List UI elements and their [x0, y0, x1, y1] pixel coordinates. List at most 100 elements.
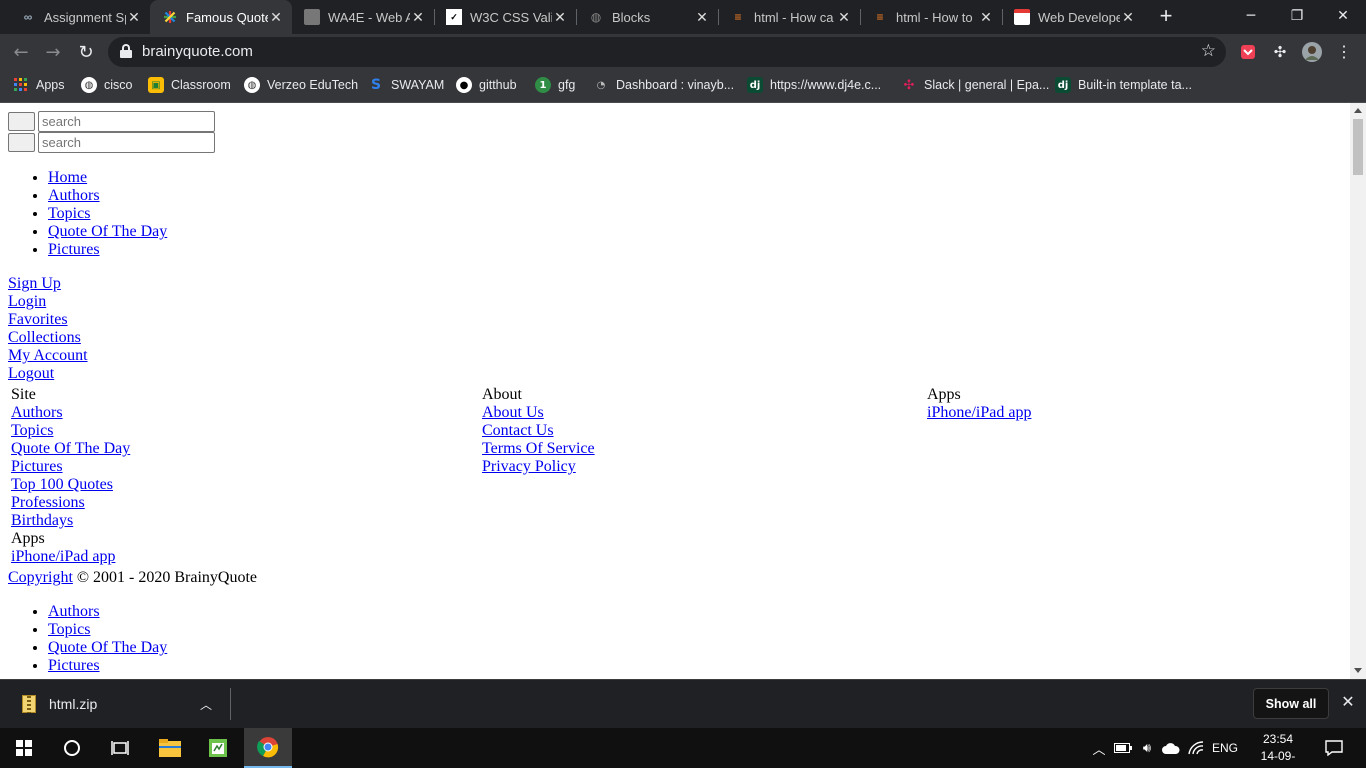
footer-link-professions[interactable]: Professions [11, 494, 85, 511]
copyright-link[interactable]: Copyright [8, 569, 73, 586]
notification-icon[interactable] [1320, 728, 1348, 768]
url-text[interactable]: brainyquote.com [142, 43, 253, 60]
bookmark-dashboard[interactable]: ◔ Dashboard : vinayb... [593, 70, 735, 100]
volume-icon[interactable]: 🔊︎ [1137, 728, 1157, 768]
search-input[interactable] [38, 132, 215, 153]
contact-us-link[interactable]: Contact Us [482, 422, 554, 439]
download-item[interactable]: html.zip ︿ [0, 680, 230, 728]
back-arrow-icon[interactable]: ← [10, 41, 32, 63]
tab-assignment[interactable]: ∞ Assignment Sp ✕ [8, 0, 150, 34]
file-explorer-icon[interactable] [146, 728, 194, 768]
favorites-link[interactable]: Favorites [8, 311, 68, 328]
show-all-button[interactable]: Show all [1253, 688, 1329, 719]
nav-item: Pictures [48, 241, 167, 259]
close-tab-icon[interactable]: ✕ [1120, 9, 1136, 26]
search-circle-icon[interactable] [48, 728, 96, 768]
my-account-link[interactable]: My Account [8, 347, 88, 364]
close-shelf-icon[interactable]: ✕ [1338, 692, 1358, 716]
tab-wa4e[interactable]: WA4E - Web A ✕ [292, 0, 434, 34]
restore-button[interactable]: ❐ [1274, 0, 1320, 32]
system-clock[interactable]: 23:54 14-09-2020 [1248, 731, 1308, 782]
show-hidden-icons-chevron-icon[interactable]: ︿ [1090, 728, 1108, 768]
bookmark-verzeo[interactable]: ◍ Verzeo EduTech [244, 70, 358, 100]
bookmark-gfg[interactable]: 1 gfg [535, 70, 575, 100]
bookmark-slack[interactable]: ✣ Slack | general | Epa... [901, 70, 1050, 100]
bookmark-built-in-template[interactable]: dj Built-in template ta... [1055, 70, 1192, 100]
scrollbar-thumb[interactable] [1353, 119, 1363, 175]
battery-icon[interactable] [1113, 728, 1133, 768]
new-tab-button[interactable]: + [1154, 5, 1178, 29]
notepad-icon[interactable] [194, 728, 242, 768]
bookmark-dj4e[interactable]: dj https://www.dj4e.c... [747, 70, 881, 100]
windows-start-icon[interactable] [0, 728, 48, 768]
footer-link-top-100[interactable]: Top 100 Quotes [11, 476, 113, 493]
task-view-icon[interactable] [96, 728, 144, 768]
nav-item: Pictures [48, 657, 167, 675]
sign-up-link[interactable]: Sign Up [8, 275, 61, 292]
address-bar[interactable]: brainyquote.com ☆ [108, 37, 1226, 67]
scroll-up-arrow-icon[interactable] [1354, 108, 1362, 113]
search-input[interactable] [38, 111, 215, 132]
tab-html-how-can[interactable]: ≡ html - How ca ✕ [718, 0, 860, 34]
close-tab-icon[interactable]: ✕ [126, 9, 142, 26]
search-button[interactable] [8, 133, 35, 152]
search-button[interactable] [8, 112, 35, 131]
footer-apps-iphone-link[interactable]: iPhone/iPad app [927, 404, 1031, 421]
about-us-link[interactable]: About Us [482, 404, 544, 421]
collections-link[interactable]: Collections [8, 329, 81, 346]
footer-link-iphone-app[interactable]: iPhone/iPad app [11, 548, 115, 565]
extensions-puzzle-icon[interactable]: ✣ [1270, 42, 1290, 62]
close-tab-icon[interactable]: ✕ [978, 9, 994, 26]
close-tab-icon[interactable]: ✕ [836, 9, 852, 26]
nav-link-topics[interactable]: Topics [48, 205, 90, 222]
bookmark-swayam[interactable]: S SWAYAM [368, 70, 444, 100]
scroll-down-arrow-icon[interactable] [1354, 668, 1362, 673]
pocket-extension-icon[interactable] [1238, 42, 1258, 62]
tab-blocks[interactable]: ◍ Blocks ✕ [576, 0, 718, 34]
wifi-icon[interactable] [1185, 728, 1207, 768]
onedrive-cloud-icon[interactable] [1160, 728, 1182, 768]
footer-link-topics[interactable]: Topics [11, 422, 53, 439]
tab-html-how-to[interactable]: ≡ html - How to ✕ [860, 0, 1002, 34]
footer-link-authors[interactable]: Authors [11, 404, 63, 421]
nav-link-quote-of-the-day[interactable]: Quote Of The Day [48, 223, 167, 240]
profile-avatar[interactable] [1302, 42, 1322, 62]
logout-link[interactable]: Logout [8, 365, 54, 382]
close-tab-icon[interactable]: ✕ [268, 9, 284, 26]
page-scrollbar[interactable] [1350, 103, 1366, 679]
more-menu-icon[interactable]: ⋮ [1334, 42, 1354, 62]
close-window-button[interactable]: ✕ [1320, 0, 1366, 32]
close-tab-icon[interactable]: ✕ [694, 9, 710, 26]
minimize-button[interactable]: ─ [1228, 0, 1274, 32]
forward-arrow-icon[interactable]: → [42, 41, 64, 63]
chevron-up-icon[interactable]: ︿ [200, 696, 212, 713]
nav-link-home[interactable]: Home [48, 169, 87, 186]
footer-link-quote-of-the-day[interactable]: Quote Of The Day [11, 440, 130, 457]
bottom-link-pictures[interactable]: Pictures [48, 657, 100, 674]
bottom-link-quote-of-the-day[interactable]: Quote Of The Day [48, 639, 167, 656]
tab-famous-quotes[interactable]: Famous Quote ✕ [150, 0, 292, 34]
footer-link-pictures[interactable]: Pictures [11, 458, 63, 475]
privacy-policy-link[interactable]: Privacy Policy [482, 458, 576, 475]
close-tab-icon[interactable]: ✕ [410, 9, 426, 26]
bookmark-github[interactable]: ● gitthub [456, 70, 517, 100]
bottom-link-authors[interactable]: Authors [48, 603, 100, 620]
nav-link-pictures[interactable]: Pictures [48, 241, 100, 258]
language-indicator[interactable]: ENG [1210, 728, 1240, 768]
nav-link-authors[interactable]: Authors [48, 187, 100, 204]
footer-link-birthdays[interactable]: Birthdays [11, 512, 73, 529]
stackoverflow-icon: ≡ [734, 10, 742, 24]
reload-icon[interactable]: ↻ [75, 41, 97, 63]
tab-w3c-css[interactable]: ✓ W3C CSS Valid ✕ [434, 0, 576, 34]
chrome-taskbar-icon[interactable] [244, 728, 292, 768]
login-link[interactable]: Login [8, 293, 46, 310]
bookmark-cisco[interactable]: ◍ cisco [81, 70, 132, 100]
close-tab-icon[interactable]: ✕ [552, 9, 568, 26]
bookmark-star-icon[interactable]: ☆ [1201, 41, 1216, 61]
tab-web-developer[interactable]: Web Develope ✕ [1002, 0, 1144, 34]
terms-of-service-link[interactable]: Terms Of Service [482, 440, 595, 457]
bottom-link-topics[interactable]: Topics [48, 621, 90, 638]
bookmark-apps[interactable]: Apps [13, 70, 65, 100]
bookmark-classroom[interactable]: ▣ Classroom [148, 70, 231, 100]
lock-icon[interactable] [120, 44, 132, 58]
